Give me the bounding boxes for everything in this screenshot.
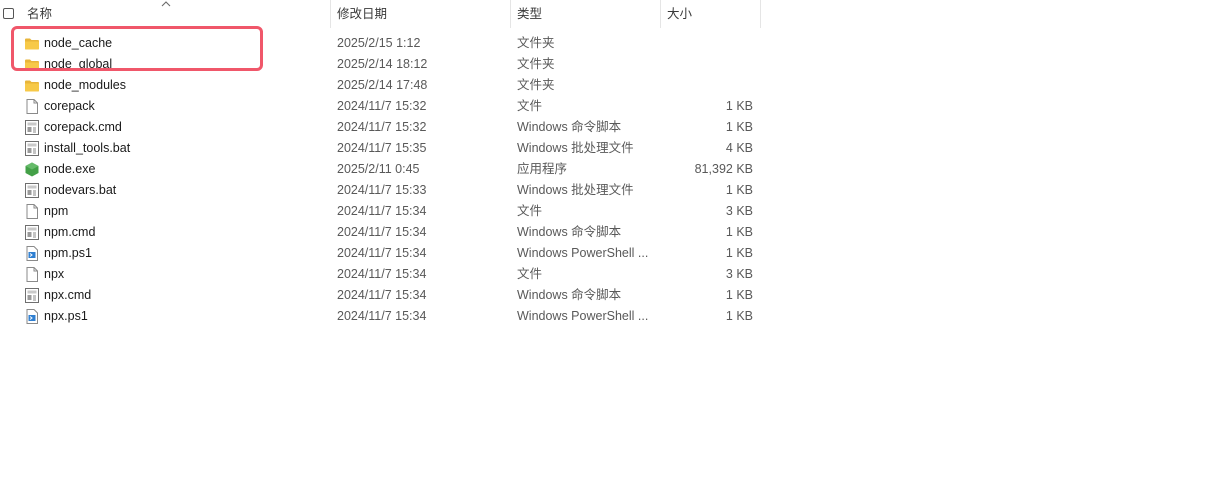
- file-name: npm.cmd: [44, 225, 96, 239]
- file-size: 1 KB: [725, 246, 753, 260]
- file-size: 1 KB: [725, 120, 753, 134]
- modified-date: 2025/2/11 0:45: [337, 162, 420, 176]
- file-type: Windows 批处理文件: [517, 141, 634, 155]
- modified-date: 2024/11/7 15:34: [337, 267, 427, 281]
- file-size: 1 KB: [725, 225, 753, 239]
- file-type: 文件夹: [517, 78, 555, 92]
- column-header-size[interactable]: 大小: [667, 0, 692, 28]
- file-list: node_cache 2025/2/15 1:12 文件夹 node_global 20…: [0, 33, 762, 327]
- file-row-install-tools-bat[interactable]: install_tools.bat 2024/11/7 15:35 Windows …: [0, 138, 762, 159]
- file-icon: [24, 99, 40, 114]
- file-row-npx-cmd[interactable]: npx.cmd 2024/11/7 15:34 Windows 命令脚本 1 KB: [0, 285, 762, 306]
- script-icon: [24, 120, 40, 135]
- file-size: [662, 33, 753, 54]
- modified-date: 2024/11/7 15:34: [337, 204, 427, 218]
- file-type: 文件: [517, 267, 543, 281]
- script-icon: [24, 225, 40, 240]
- file-row-npx[interactable]: npx 2024/11/7 15:34 文件 3 KB: [0, 264, 762, 285]
- file-name: npx.cmd: [44, 288, 92, 302]
- column-header-type[interactable]: 类型: [517, 0, 542, 28]
- file-type: Windows 命令脚本: [517, 288, 622, 302]
- file-type: 文件夹: [517, 57, 555, 71]
- file-name: npx.ps1: [44, 309, 88, 323]
- script-icon: [24, 288, 40, 303]
- modified-date: 2025/2/14 18:12: [337, 57, 428, 71]
- file-name: node.exe: [44, 162, 96, 176]
- file-size: 4 KB: [725, 141, 753, 155]
- modified-date: 2024/11/7 15:32: [337, 120, 427, 134]
- folder-icon: [24, 57, 40, 72]
- modified-date: 2024/11/7 15:34: [337, 246, 427, 260]
- file-type: Windows PowerShell ...: [517, 309, 649, 323]
- script-icon: [24, 183, 40, 198]
- column-header-date[interactable]: 修改日期: [337, 0, 387, 28]
- sort-ascending-icon: [161, 1, 171, 7]
- file-row-npx-ps1[interactable]: npx.ps1 2024/11/7 15:34 Windows PowerShell…: [0, 306, 762, 327]
- file-name: node_modules: [44, 78, 127, 92]
- modified-date: 2024/11/7 15:33: [337, 183, 427, 197]
- select-all-checkbox[interactable]: [3, 8, 14, 19]
- modified-date: 2024/11/7 15:32: [337, 99, 427, 113]
- folder-icon: [24, 36, 40, 51]
- file-row-corepack-cmd[interactable]: corepack.cmd 2024/11/7 15:32 Windows 命令脚本 1…: [0, 117, 762, 138]
- file-icon: [24, 267, 40, 282]
- file-size: 3 KB: [725, 267, 753, 281]
- file-type: 文件: [517, 204, 543, 218]
- modified-date: 2024/11/7 15:34: [337, 288, 427, 302]
- file-size: 3 KB: [725, 204, 753, 218]
- file-name: npm: [44, 204, 69, 218]
- file-row-node-global[interactable]: node_global 2025/2/14 18:12 文件夹: [0, 54, 762, 75]
- column-divider[interactable]: [760, 0, 761, 28]
- file-name: corepack.cmd: [44, 120, 122, 134]
- file-type: Windows 命令脚本: [517, 225, 622, 239]
- modified-date: 2024/11/7 15:34: [337, 225, 427, 239]
- file-row-node-modules[interactable]: node_modules 2025/2/14 17:48 文件夹: [0, 75, 762, 96]
- file-icon: [24, 204, 40, 219]
- file-row-node-cache[interactable]: node_cache 2025/2/15 1:12 文件夹: [0, 33, 762, 54]
- file-type: Windows 命令脚本: [517, 120, 622, 134]
- file-name: npm.ps1: [44, 246, 92, 260]
- column-header: 名称 修改日期 类型 大小: [0, 0, 762, 28]
- file-size: [662, 54, 753, 75]
- file-type: Windows PowerShell ...: [517, 246, 649, 260]
- file-size: [662, 75, 753, 96]
- file-type: 文件夹: [517, 36, 555, 50]
- file-row-node-exe[interactable]: node.exe 2025/2/11 0:45 应用程序 81,392 KB: [0, 159, 762, 180]
- file-type: Windows 批处理文件: [517, 183, 634, 197]
- file-size: 81,392 KB: [694, 162, 753, 176]
- modified-date: 2025/2/14 17:48: [337, 78, 428, 92]
- column-divider[interactable]: [510, 0, 511, 28]
- modified-date: 2024/11/7 15:35: [337, 141, 427, 155]
- column-divider[interactable]: [330, 0, 331, 28]
- file-size: 1 KB: [725, 99, 753, 113]
- file-row-corepack[interactable]: corepack 2024/11/7 15:32 文件 1 KB: [0, 96, 762, 117]
- file-name: install_tools.bat: [44, 141, 131, 155]
- file-size: 1 KB: [725, 309, 753, 323]
- column-header-name[interactable]: 名称: [27, 0, 52, 28]
- script-icon: [24, 141, 40, 156]
- column-divider[interactable]: [660, 0, 661, 28]
- file-name: node_global: [44, 57, 113, 71]
- file-name: corepack: [44, 99, 95, 113]
- file-name: nodevars.bat: [44, 183, 117, 197]
- folder-icon: [24, 78, 40, 93]
- powershell-icon: [24, 246, 40, 261]
- node-exe-icon: [24, 162, 40, 177]
- file-type: 应用程序: [517, 162, 568, 176]
- file-name: node_cache: [44, 36, 113, 50]
- file-size: 1 KB: [725, 288, 753, 302]
- modified-date: 2024/11/7 15:34: [337, 309, 427, 323]
- powershell-icon: [24, 309, 40, 324]
- file-row-npm-ps1[interactable]: npm.ps1 2024/11/7 15:34 Windows PowerShell…: [0, 243, 762, 264]
- file-size: 1 KB: [725, 183, 753, 197]
- file-row-npm[interactable]: npm 2024/11/7 15:34 文件 3 KB: [0, 201, 762, 222]
- modified-date: 2025/2/15 1:12: [337, 36, 421, 50]
- file-row-npm-cmd[interactable]: npm.cmd 2024/11/7 15:34 Windows 命令脚本 1 KB: [0, 222, 762, 243]
- file-type: 文件: [517, 99, 543, 113]
- file-name: npx: [44, 267, 65, 281]
- file-row-nodevars-bat[interactable]: nodevars.bat 2024/11/7 15:33 Windows 批处理文件…: [0, 180, 762, 201]
